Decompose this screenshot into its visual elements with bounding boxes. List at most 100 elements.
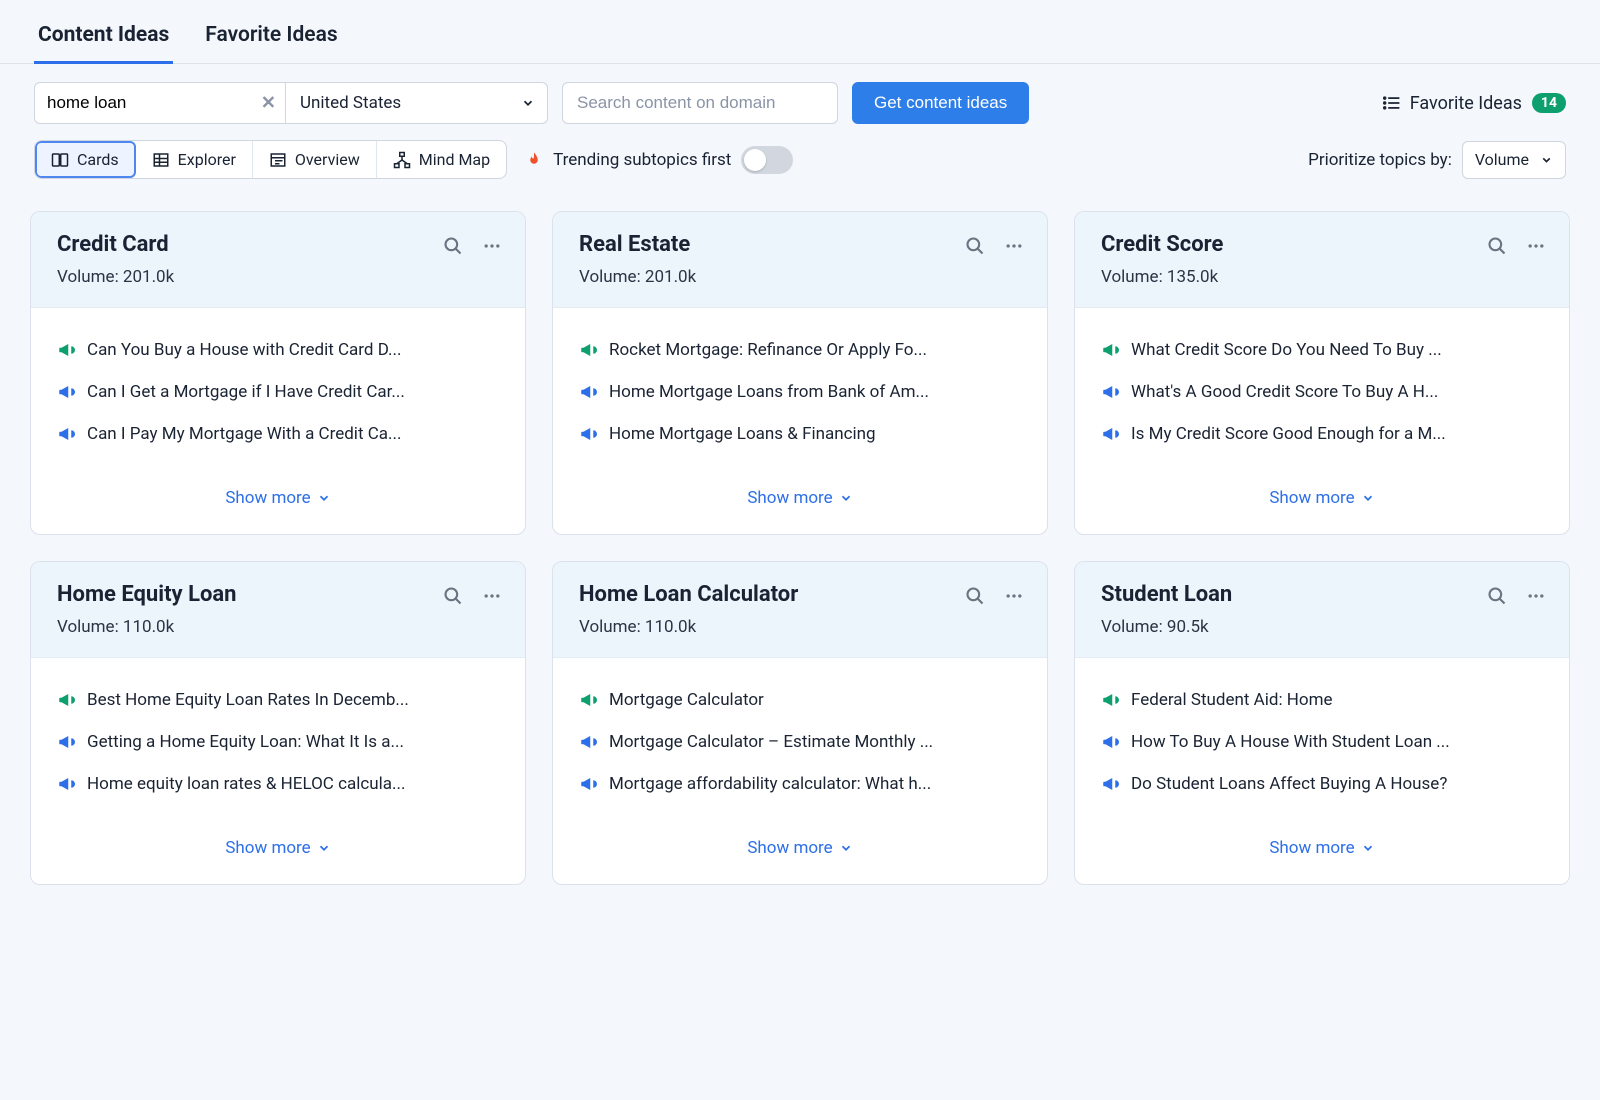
trending-label: Trending subtopics first [553,150,731,170]
cards-grid: Credit Card Volume: 201.0k Can You Buy a… [0,199,1600,915]
search-icon[interactable] [965,586,985,606]
overview-icon [269,151,287,169]
search-icon[interactable] [443,586,463,606]
show-more-button[interactable]: Show more [553,826,1047,884]
list-icon [1382,96,1400,110]
megaphone-icon [57,425,75,443]
table-icon [152,151,170,169]
idea-row[interactable]: Home equity loan rates & HELOC calcula..… [57,774,499,794]
idea-text: What's A Good Credit Score To Buy A H... [1131,382,1438,402]
more-icon[interactable] [481,586,503,606]
show-more-button[interactable]: Show more [1075,826,1569,884]
search-icon[interactable] [1487,236,1507,256]
card-title: Home Equity Loan [57,582,237,607]
view-overview-button[interactable]: Overview [253,141,377,178]
more-icon[interactable] [1003,236,1025,256]
idea-row[interactable]: Mortgage affordability calculator: What … [579,774,1021,794]
idea-row[interactable]: What's A Good Credit Score To Buy A H... [1101,382,1543,402]
chevron-down-icon [521,96,535,110]
idea-row[interactable]: Do Student Loans Affect Buying A House? [1101,774,1543,794]
idea-row[interactable]: What Credit Score Do You Need To Buy ... [1101,340,1543,360]
show-more-button[interactable]: Show more [553,476,1047,534]
card-volume: Volume: 110.0k [579,617,798,637]
favorite-ideas-link[interactable]: Favorite Ideas 14 [1382,93,1566,114]
show-more-button[interactable]: Show more [31,476,525,534]
search-icon[interactable] [965,236,985,256]
megaphone-icon [1101,341,1119,359]
idea-row[interactable]: How To Buy A House With Student Loan ... [1101,732,1543,752]
idea-text: How To Buy A House With Student Loan ... [1131,732,1450,752]
idea-row[interactable]: Rocket Mortgage: Refinance Or Apply Fo..… [579,340,1021,360]
show-more-button[interactable]: Show more [1075,476,1569,534]
megaphone-icon [57,383,75,401]
search-icon[interactable] [443,236,463,256]
idea-row[interactable]: Can You Buy a House with Credit Card D..… [57,340,499,360]
chevron-down-icon [1540,153,1553,166]
idea-text: What Credit Score Do You Need To Buy ... [1131,340,1442,360]
country-value: United States [300,93,401,113]
search-icon[interactable] [1487,586,1507,606]
card-volume: Volume: 90.5k [1101,617,1232,637]
megaphone-icon [57,691,75,709]
chevron-down-icon [1361,841,1375,855]
trending-toggle-group: Trending subtopics first [525,146,793,174]
card-title: Credit Card [57,232,174,257]
megaphone-icon [57,733,75,751]
idea-row[interactable]: Home Mortgage Loans & Financing [579,424,1021,444]
card-title: Student Loan [1101,582,1232,607]
favorite-count-badge: 14 [1532,93,1566,113]
megaphone-icon [1101,425,1119,443]
card-body: Rocket Mortgage: Refinance Or Apply Fo..… [553,308,1047,476]
clear-icon[interactable]: ✕ [261,93,276,114]
top-tabs: Content Ideas Favorite Ideas [0,0,1600,64]
idea-text: Can You Buy a House with Credit Card D..… [87,340,401,360]
country-select[interactable]: United States [286,82,548,124]
view-cards-button[interactable]: Cards [35,141,136,178]
search-domain-input[interactable] [562,82,838,124]
prioritize-label: Prioritize topics by: [1308,150,1452,170]
idea-text: Home Mortgage Loans from Bank of Am... [609,382,929,402]
tab-favorite-ideas[interactable]: Favorite Ideas [201,13,341,64]
idea-row[interactable]: Best Home Equity Loan Rates In Decemb... [57,690,499,710]
idea-row[interactable]: Federal Student Aid: Home [1101,690,1543,710]
prioritize-select[interactable]: Volume [1462,141,1566,179]
keyword-input[interactable] [34,82,286,124]
get-content-ideas-button[interactable]: Get content ideas [852,82,1029,124]
idea-text: Mortgage affordability calculator: What … [609,774,931,794]
more-icon[interactable] [481,236,503,256]
idea-row[interactable]: Mortgage Calculator – Estimate Monthly .… [579,732,1021,752]
more-icon[interactable] [1525,236,1547,256]
idea-text: Is My Credit Score Good Enough for a M..… [1131,424,1446,444]
card-header: Real Estate Volume: 201.0k [553,212,1047,308]
view-explorer-button[interactable]: Explorer [136,141,253,178]
view-mindmap-button[interactable]: Mind Map [377,141,506,178]
idea-text: Best Home Equity Loan Rates In Decemb... [87,690,409,710]
card-body: Can You Buy a House with Credit Card D..… [31,308,525,476]
view-controls: Cards Explorer Overview Mind Map Trendin… [0,136,1600,199]
idea-row[interactable]: Home Mortgage Loans from Bank of Am... [579,382,1021,402]
megaphone-icon [579,691,597,709]
favorite-ideas-label: Favorite Ideas [1410,93,1522,114]
idea-row[interactable]: Mortgage Calculator [579,690,1021,710]
more-icon[interactable] [1003,586,1025,606]
filter-bar: ✕ United States Get content ideas Favori… [0,64,1600,136]
trending-toggle[interactable] [741,146,793,174]
idea-row[interactable]: Can I Get a Mortgage if I Have Credit Ca… [57,382,499,402]
more-icon[interactable] [1525,586,1547,606]
idea-row[interactable]: Is My Credit Score Good Enough for a M..… [1101,424,1543,444]
show-more-button[interactable]: Show more [31,826,525,884]
megaphone-icon [579,775,597,793]
idea-text: Mortgage Calculator – Estimate Monthly .… [609,732,933,752]
tab-content-ideas[interactable]: Content Ideas [34,13,173,64]
idea-row[interactable]: Getting a Home Equity Loan: What It Is a… [57,732,499,752]
idea-text: Can I Get a Mortgage if I Have Credit Ca… [87,382,405,402]
card-body: What Credit Score Do You Need To Buy ...… [1075,308,1569,476]
cards-icon [51,151,69,169]
idea-row[interactable]: Can I Pay My Mortgage With a Credit Ca..… [57,424,499,444]
card-header: Credit Score Volume: 135.0k [1075,212,1569,308]
idea-text: Home Mortgage Loans & Financing [609,424,876,444]
view-mode-group: Cards Explorer Overview Mind Map [34,140,507,179]
card-body: Federal Student Aid: Home How To Buy A H… [1075,658,1569,826]
megaphone-icon [57,775,75,793]
idea-text: Mortgage Calculator [609,690,764,710]
